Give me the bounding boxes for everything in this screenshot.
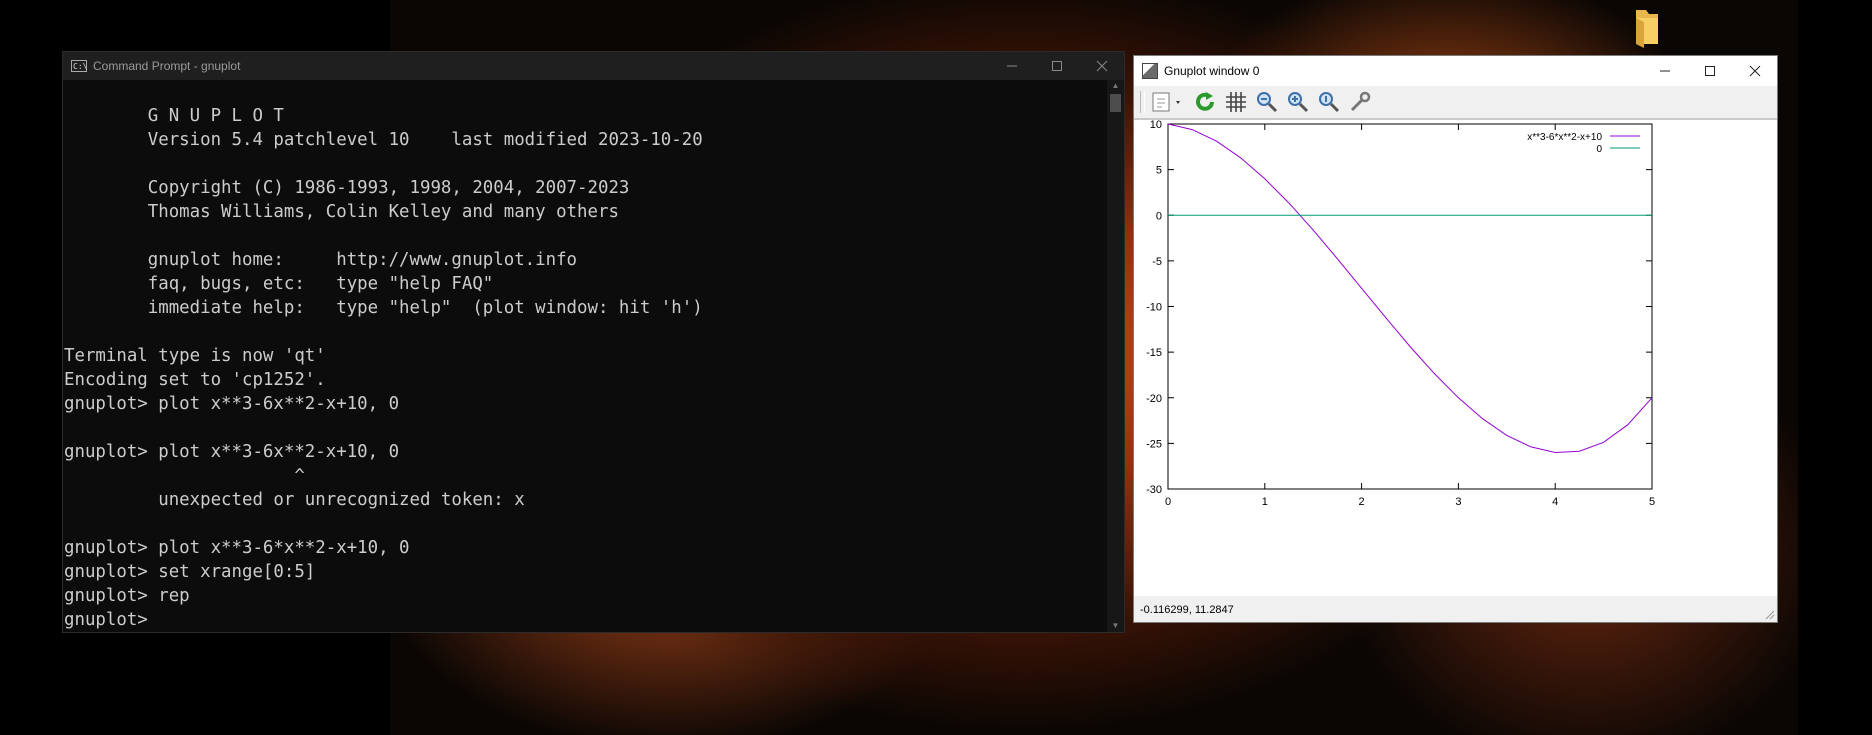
- terminal-output[interactable]: G N U P L O T Version 5.4 patchlevel 10 …: [63, 80, 1107, 632]
- terminal-line: Encoding set to 'cp1252'.: [64, 370, 326, 390]
- plot-border: [1167, 123, 1653, 490]
- desktop-right-margin: [1798, 0, 1872, 735]
- terminal-line: faq, bugs, etc: type "help FAQ": [64, 274, 494, 294]
- scrollbar[interactable]: ▲ ▼: [1107, 80, 1124, 632]
- gnuplot-window[interactable]: Gnuplot window 0 0 1 2 3 4 5 10 5 0 -5 -…: [1133, 55, 1778, 623]
- terminal-line: gnuplot home: http://www.gnuplot.info: [64, 250, 578, 270]
- terminal-line: G N U P L O T: [64, 106, 284, 126]
- scrollbar-thumb[interactable]: [1110, 94, 1121, 112]
- close-icon: [1096, 60, 1107, 72]
- plot-canvas[interactable]: 0 1 2 3 4 5 10 5 0 -5 -10 -15 -20 -25 -30 x**3-6*x**2-x…: [1134, 119, 1777, 596]
- terminal-line: Thomas Williams, Colin Kelley and many o…: [64, 202, 619, 222]
- y-tick-label: -15: [1146, 347, 1162, 359]
- terminal-line: immediate help: type "help" (plot window…: [64, 298, 703, 318]
- terminal-line: Version 5.4 patchlevel 10 last modified …: [64, 130, 703, 150]
- grid-icon[interactable]: [1223, 89, 1249, 115]
- series-line-0: [1167, 123, 1653, 454]
- y-tick-label: -10: [1146, 302, 1162, 314]
- terminal-line: gnuplot> plot x**3-6x**2-x+10, 0: [64, 394, 400, 414]
- x-tick-label: 2: [1359, 496, 1365, 508]
- x-tick-label: 5: [1649, 496, 1655, 508]
- settings-icon[interactable]: [1347, 89, 1373, 115]
- terminal-line: gnuplot>: [64, 610, 159, 630]
- y-tick-label: -20: [1146, 393, 1162, 405]
- folder-icon[interactable]: [1632, 8, 1662, 48]
- x-tick-label: 0: [1165, 496, 1171, 508]
- toolbar-grip[interactable]: [1140, 91, 1145, 113]
- gnuplot-toolbar: [1134, 86, 1777, 120]
- terminal-line: gnuplot> set xrange[0:5]: [64, 562, 316, 582]
- zoom-out-icon[interactable]: [1254, 89, 1280, 115]
- cursor-coordinates: -0.116299, 11.2847: [1134, 598, 1777, 622]
- y-tick-label: 0: [1156, 210, 1162, 222]
- legend-label: 0: [1596, 144, 1602, 155]
- close-button[interactable]: [1079, 52, 1124, 80]
- zoom-previous-icon[interactable]: [1316, 89, 1342, 115]
- minimize-button[interactable]: [1642, 56, 1687, 86]
- close-icon: [1749, 65, 1760, 77]
- window-title: Command Prompt - gnuplot: [93, 59, 241, 73]
- gnuplot-window-title: Gnuplot window 0: [1164, 64, 1260, 78]
- scroll-up-icon[interactable]: ▲: [1107, 80, 1124, 92]
- legend-label: x**3-6*x**2-x+10: [1527, 132, 1602, 143]
- cmd-titlebar[interactable]: C:\ Command Prompt - gnuplot: [63, 52, 1124, 80]
- plot-area[interactable]: 0 1 2 3 4 5 10 5 0 -5 -10 -15 -20 -25 -30 x**3-6*x**2-x…: [1134, 119, 1777, 596]
- y-tick-label: 10: [1150, 120, 1162, 131]
- close-button[interactable]: [1732, 56, 1777, 86]
- maximize-button[interactable]: [1687, 56, 1732, 86]
- y-tick-label: -5: [1152, 256, 1162, 268]
- gnuplot-app-icon: [1142, 63, 1158, 79]
- y-tick-label: 5: [1156, 165, 1162, 177]
- terminal-line: unexpected or unrecognized token: x: [64, 490, 525, 510]
- scroll-down-icon[interactable]: ▼: [1107, 620, 1124, 632]
- y-tick-label: -25: [1146, 438, 1162, 450]
- x-tick-label: 1: [1262, 496, 1268, 508]
- export-icon[interactable]: [1149, 89, 1187, 115]
- terminal-line: ^: [64, 466, 305, 486]
- terminal-line: Copyright (C) 1986-1993, 1998, 2004, 200…: [64, 178, 630, 198]
- y-tick-label: -30: [1146, 484, 1162, 496]
- replot-icon[interactable]: [1192, 89, 1218, 115]
- minimize-icon: [1659, 70, 1670, 72]
- cmd-icon: C:\: [71, 60, 88, 72]
- maximize-icon: [1704, 66, 1715, 76]
- minimize-button[interactable]: [989, 52, 1034, 80]
- maximize-icon: [1051, 61, 1062, 71]
- x-tick-label: 4: [1552, 496, 1558, 508]
- resize-grip-icon[interactable]: [1765, 610, 1775, 620]
- gnuplot-titlebar[interactable]: Gnuplot window 0: [1134, 56, 1777, 86]
- terminal-line: gnuplot> plot x**3-6*x**2-x+10, 0: [64, 538, 410, 558]
- terminal-line: gnuplot> rep: [64, 586, 190, 606]
- x-tick-label: 3: [1455, 496, 1461, 508]
- minimize-icon: [1006, 65, 1017, 67]
- command-prompt-window[interactable]: C:\ Command Prompt - gnuplot G N U P L O…: [62, 51, 1125, 633]
- terminal-line: gnuplot> plot x**3-6x**2-x+10, 0: [64, 442, 400, 462]
- terminal-line: Terminal type is now 'qt': [64, 346, 326, 366]
- zoom-in-icon[interactable]: [1285, 89, 1311, 115]
- maximize-button[interactable]: [1034, 52, 1079, 80]
